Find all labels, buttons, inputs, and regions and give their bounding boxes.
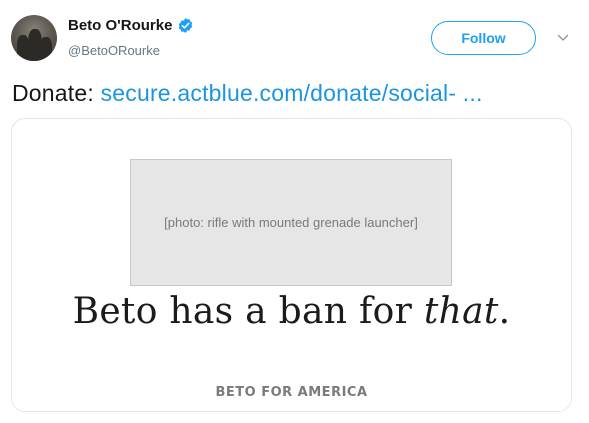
author-name[interactable]: Beto O'Rourke bbox=[68, 17, 194, 34]
author-handle[interactable]: @BetoORourke bbox=[68, 43, 160, 58]
media-card[interactable]: [photo: rifle with mounted grenade launc… bbox=[11, 118, 572, 412]
headline-end: . bbox=[498, 291, 511, 332]
follow-button[interactable]: Follow bbox=[431, 21, 536, 55]
verified-badge-icon bbox=[179, 18, 193, 33]
rifle-image: [photo: rifle with mounted grenade launc… bbox=[130, 159, 452, 286]
rifle-image-caption: [photo: rifle with mounted grenade launc… bbox=[164, 215, 418, 230]
tweet-text: Donate: secure.actblue.com/donate/social… bbox=[12, 80, 483, 107]
card-brand: BETO FOR AMERICA bbox=[215, 385, 368, 400]
avatar-figure bbox=[40, 37, 52, 61]
chevron-down-icon[interactable] bbox=[557, 33, 569, 43]
headline-emphasis: that bbox=[423, 291, 499, 332]
donate-link[interactable]: secure.actblue.com/donate/social- ... bbox=[101, 80, 483, 106]
author-name-text: Beto O'Rourke bbox=[68, 17, 173, 34]
avatar[interactable] bbox=[11, 15, 57, 61]
card-headline: Beto has a ban for that. bbox=[12, 291, 571, 332]
tweet-prefix: Donate: bbox=[12, 80, 94, 106]
headline-text: Beto has a ban for bbox=[72, 291, 424, 332]
